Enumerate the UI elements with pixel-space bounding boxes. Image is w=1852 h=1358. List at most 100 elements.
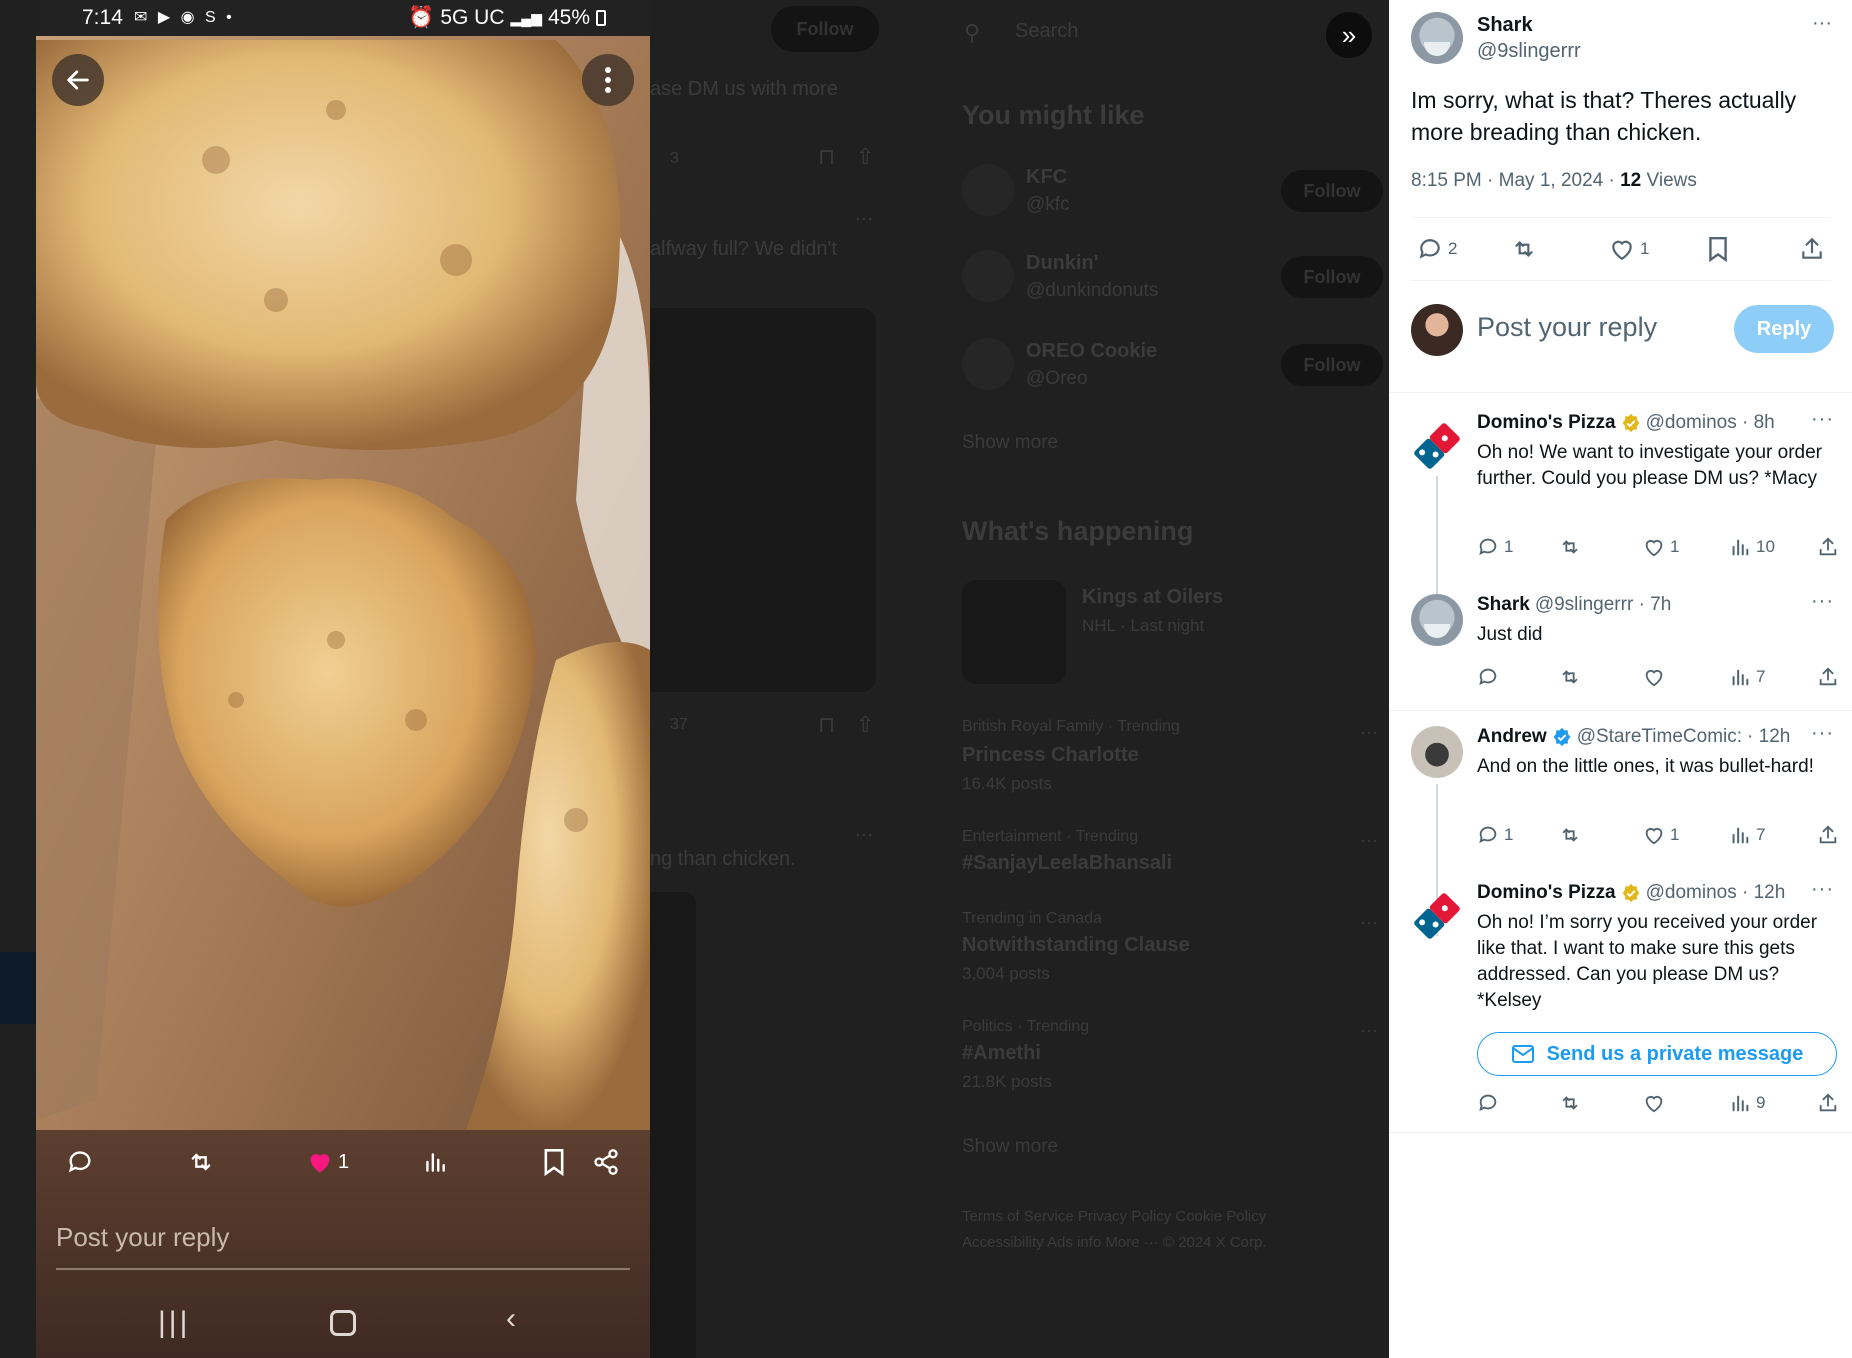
tweet-timestamp[interactable]: 8:15 PM · May 1, 2024 · [1411, 170, 1620, 191]
search-input[interactable]: Search [1015, 20, 1078, 43]
like-button[interactable]: 1 [1643, 536, 1679, 558]
bookmark-icon[interactable] [542, 1148, 566, 1176]
like-button[interactable]: 1 [1643, 824, 1679, 846]
repost-button[interactable] [1559, 1092, 1581, 1114]
nav-back-icon[interactable]: ‹ [506, 1302, 516, 1336]
suggestion-name[interactable]: Dunkin' [1026, 252, 1099, 275]
kfc-avatar[interactable] [962, 164, 1014, 216]
reply-author-name[interactable]: Domino's Pizza [1477, 882, 1616, 904]
footer-links[interactable]: Accessibility Ads info More ··· © 2024 X… [962, 1234, 1267, 1251]
reply-author-name[interactable]: Andrew [1477, 726, 1547, 748]
dunkin-avatar[interactable] [962, 250, 1014, 302]
reply-button[interactable]: 1 [1477, 824, 1513, 846]
share-button[interactable] [1817, 1092, 1839, 1114]
views-button[interactable]: 9 [1729, 1092, 1765, 1114]
dominos-logo-icon[interactable] [1411, 890, 1463, 942]
more-icon[interactable]: ··· [1360, 912, 1378, 933]
trend-title[interactable]: Notwithstanding Clause [962, 934, 1190, 957]
more-icon[interactable]: ··· [1812, 12, 1832, 35]
more-icon[interactable]: ··· [1811, 590, 1834, 613]
my-avatar[interactable] [1411, 304, 1463, 356]
reply-item[interactable]: Domino's Pizza @dominos · 12h ··· Oh no!… [1389, 878, 1852, 1114]
dominos-logo-icon[interactable] [1411, 420, 1463, 472]
more-icon[interactable]: ··· [1811, 408, 1834, 431]
repost-button[interactable] [1559, 824, 1581, 846]
reply-author-name[interactable]: Domino's Pizza [1477, 412, 1616, 434]
more-icon[interactable]: ··· [1360, 1020, 1378, 1041]
footer-links[interactable]: Terms of Service Privacy Policy Cookie P… [962, 1208, 1266, 1225]
media-thumbnail[interactable] [640, 308, 876, 692]
avatar[interactable] [1411, 12, 1463, 64]
follow-button[interactable]: Follow [1281, 170, 1383, 212]
views-button[interactable]: 7 [1729, 824, 1765, 846]
send-dm-button[interactable]: Send us a private message [1477, 1032, 1837, 1076]
trend-title[interactable]: Kings at Oilers [1082, 586, 1223, 609]
reply-item[interactable]: Andrew @StareTimeComic: · 12h ··· And on… [1389, 722, 1852, 936]
more-icon[interactable]: ··· [855, 208, 873, 229]
repost-button[interactable] [1559, 536, 1581, 558]
like-button[interactable] [1643, 666, 1670, 688]
suggestion-name[interactable]: KFC [1026, 166, 1067, 189]
trend-title[interactable]: #SanjayLeelaBhansali [962, 852, 1172, 875]
author-name[interactable]: Shark [1477, 14, 1533, 37]
follow-button[interactable]: Follow [1281, 256, 1383, 298]
like-button[interactable]: 1 [1609, 236, 1649, 262]
repost-icon[interactable] [186, 1148, 216, 1176]
avatar[interactable] [1411, 726, 1463, 778]
more-icon[interactable]: ··· [1811, 878, 1834, 901]
reply-handle[interactable]: @dominos · 8h [1646, 412, 1775, 434]
like-button[interactable]: 1 [306, 1148, 349, 1176]
views-icon[interactable] [422, 1148, 448, 1176]
reply-button[interactable] [1477, 666, 1504, 688]
recent-apps-icon[interactable]: ||| [158, 1306, 190, 1340]
reply-author-name[interactable]: Shark [1477, 594, 1530, 616]
bookmark-icon[interactable]: ⊓ [818, 144, 835, 170]
trend-image[interactable] [962, 580, 1066, 684]
reply-item[interactable]: Shark @9slingerrr · 7h ··· Just did 7 [1389, 590, 1852, 704]
more-icon[interactable]: ··· [1360, 830, 1378, 851]
show-more-link[interactable]: Show more [962, 432, 1058, 454]
share-button[interactable] [1799, 236, 1825, 262]
reply-submit-button[interactable]: Reply [1734, 305, 1834, 353]
more-icon-2[interactable]: ··· [855, 824, 873, 845]
author-handle[interactable]: @9slingerrr [1477, 40, 1581, 63]
share-icon-2[interactable]: ⇧ [856, 712, 874, 738]
more-icon[interactable]: ··· [1811, 722, 1834, 745]
trend-title[interactable]: #Amethi [962, 1042, 1041, 1065]
reply-button[interactable]: 2 [1417, 236, 1457, 262]
reply-time[interactable]: · 12h [1747, 726, 1790, 748]
share-button[interactable] [1817, 666, 1839, 688]
share-button[interactable] [1817, 536, 1839, 558]
oreo-avatar[interactable] [962, 338, 1014, 390]
kebab-menu-icon[interactable] [582, 54, 634, 106]
share-icon[interactable]: ⇧ [856, 144, 874, 170]
reply-button[interactable]: 1 [1477, 536, 1513, 558]
reply-icon[interactable] [66, 1148, 94, 1176]
suggestion-name[interactable]: OREO Cookie [1026, 340, 1157, 363]
views-button[interactable]: 10 [1729, 536, 1775, 558]
trend-title[interactable]: Princess Charlotte [962, 744, 1139, 767]
like-button[interactable] [1643, 1092, 1670, 1114]
home-icon[interactable] [330, 1310, 356, 1336]
reply-handle[interactable]: @dominos · 12h [1646, 882, 1786, 904]
follow-button-top[interactable]: Follow [771, 6, 879, 52]
avatar[interactable] [1411, 594, 1463, 646]
share-button[interactable] [1817, 824, 1839, 846]
bookmark-button[interactable] [1705, 236, 1731, 262]
reply-button[interactable] [1477, 1092, 1504, 1114]
reply-composer-input[interactable]: Post your reply [1477, 312, 1657, 343]
share-icon[interactable] [592, 1148, 620, 1176]
reply-item[interactable]: Domino's Pizza @dominos · 8h ··· Oh no! … [1389, 408, 1852, 612]
reply-handle[interactable]: @9slingerrr · 7h [1535, 594, 1672, 616]
reply-handle[interactable]: @StareTimeComic: [1577, 726, 1742, 748]
phone-reply-input[interactable]: Post your reply [56, 1222, 229, 1253]
more-icon[interactable]: ··· [1360, 722, 1378, 743]
back-arrow-icon[interactable] [52, 54, 104, 106]
show-more-link[interactable]: Show more [962, 1136, 1058, 1158]
bookmark-icon-2[interactable]: ⊓ [818, 712, 835, 738]
follow-button[interactable]: Follow [1281, 344, 1383, 386]
repost-button[interactable] [1559, 666, 1581, 688]
collapse-panel-icon[interactable]: » [1326, 12, 1372, 58]
repost-button[interactable] [1511, 236, 1537, 262]
views-button[interactable]: 7 [1729, 666, 1765, 688]
